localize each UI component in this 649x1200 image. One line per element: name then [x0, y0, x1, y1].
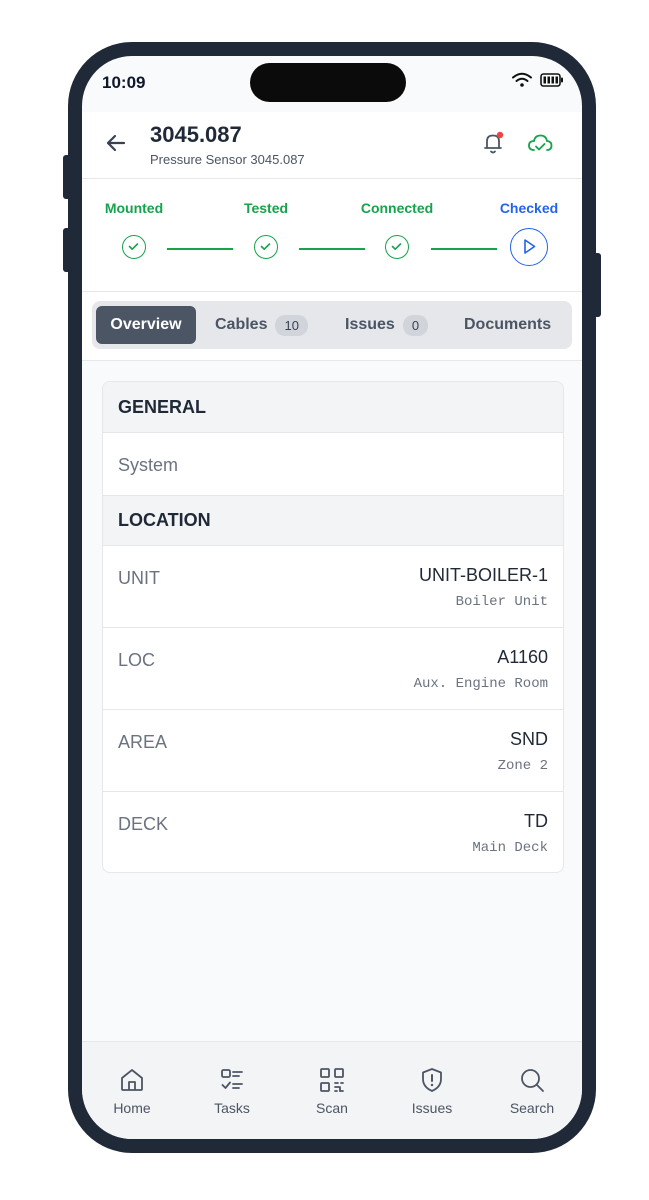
step-label-checked: Checked: [499, 200, 559, 216]
phone-side-button: [593, 253, 601, 317]
step-check-icon: [122, 235, 146, 259]
step-connector: [431, 248, 497, 250]
tab-list: Overview Cables 10 Issues 0 Documents: [92, 301, 572, 349]
count-badge: 0: [402, 314, 429, 336]
phone-side-button: [63, 155, 71, 199]
nav-label: Home: [113, 1100, 151, 1116]
status-icons: [512, 72, 564, 88]
progress-stepper: Mounted Tested Connected Checked: [82, 179, 582, 291]
row-description: Main Deck: [472, 840, 548, 856]
count-badge: 10: [275, 314, 308, 336]
tab-label: Overview: [110, 316, 182, 333]
home-icon: [121, 1069, 143, 1091]
step-label-mounted: Mounted: [104, 200, 164, 216]
tab-overview[interactable]: Overview: [96, 306, 196, 344]
tab-label: Documents: [464, 316, 552, 333]
qr-code-icon: [320, 1068, 344, 1092]
row-label: DECK: [118, 814, 169, 834]
nav-search[interactable]: Search: [482, 1066, 582, 1116]
row-label: UNIT: [118, 568, 160, 588]
row-description: Aux. Engine Room: [413, 676, 548, 692]
wifi-icon: [512, 72, 532, 87]
section-location: LOCATION: [103, 496, 563, 546]
nav-home[interactable]: Home: [82, 1066, 182, 1116]
section-general: GENERAL: [103, 382, 563, 433]
row-value: SND: [509, 729, 548, 749]
tab-documents[interactable]: Documents: [464, 306, 551, 344]
step-connector: [299, 248, 365, 250]
bottom-nav: Home Tasks Scan Issues Search: [82, 1041, 582, 1139]
step-check-icon: [385, 235, 409, 259]
step-play-icon[interactable]: [510, 228, 548, 266]
row-description: Zone 2: [497, 758, 548, 774]
step-check-icon: [254, 235, 278, 259]
row-label: AREA: [118, 732, 168, 752]
search-icon: [521, 1069, 544, 1092]
location-row-loc[interactable]: LOC A1160 Aux. Engine Room: [103, 628, 563, 710]
nav-label: Tasks: [214, 1100, 250, 1116]
nav-scan[interactable]: Scan: [282, 1066, 382, 1116]
nav-label: Search: [509, 1100, 555, 1116]
row-label: System: [118, 455, 179, 475]
cloud-sync-icon[interactable]: [526, 130, 554, 156]
tab-cables[interactable]: Cables 10: [215, 306, 308, 344]
section-heading: LOCATION: [118, 510, 211, 530]
location-row-deck[interactable]: DECK TD Main Deck: [103, 792, 563, 872]
tasks-icon: [221, 1069, 243, 1089]
section-heading: GENERAL: [118, 397, 207, 417]
tab-issues[interactable]: Issues 0: [345, 306, 429, 344]
step-connector: [167, 248, 233, 250]
row-value: A1160: [497, 647, 548, 667]
row-value: UNIT-BOILER-1: [418, 565, 548, 585]
nav-label: Issues: [411, 1100, 453, 1116]
location-row-unit[interactable]: UNIT UNIT-BOILER-1 Boiler Unit: [103, 546, 563, 628]
row-label: LOC: [118, 650, 156, 670]
page-subtitle: Pressure Sensor 3045.087: [150, 152, 305, 167]
step-label-connected: Connected: [360, 200, 434, 216]
step-label-tested: Tested: [243, 200, 289, 216]
back-arrow-icon[interactable]: [104, 131, 128, 155]
details-card: GENERAL System LOCATION UNIT UNIT-BOILER…: [102, 381, 564, 873]
battery-icon: [540, 73, 563, 87]
shield-alert-icon: [422, 1068, 442, 1092]
system-row[interactable]: System: [103, 433, 563, 496]
app-screen: 10:09 3045.087 Pressure Sensor 3045.087: [82, 56, 582, 1139]
phone-side-button: [63, 228, 71, 272]
row-value: TD: [524, 811, 548, 831]
location-row-area[interactable]: AREA SND Zone 2: [103, 710, 563, 792]
status-time: 10:09: [102, 73, 146, 92]
tab-label: Issues: [345, 316, 395, 333]
nav-tasks[interactable]: Tasks: [182, 1066, 282, 1116]
nav-label: Scan: [316, 1100, 348, 1116]
app-header: 3045.087 Pressure Sensor 3045.087: [82, 112, 582, 178]
bell-icon[interactable]: [480, 130, 506, 156]
tab-label: Cables: [215, 316, 268, 333]
tabs-divider: [82, 360, 582, 361]
tabs-bar: Overview Cables 10 Issues 0 Documents: [82, 292, 582, 360]
nav-issues[interactable]: Issues: [382, 1066, 482, 1116]
row-description: Boiler Unit: [455, 594, 548, 610]
page-title: 3045.087: [150, 122, 242, 147]
dynamic-island: [250, 63, 406, 102]
